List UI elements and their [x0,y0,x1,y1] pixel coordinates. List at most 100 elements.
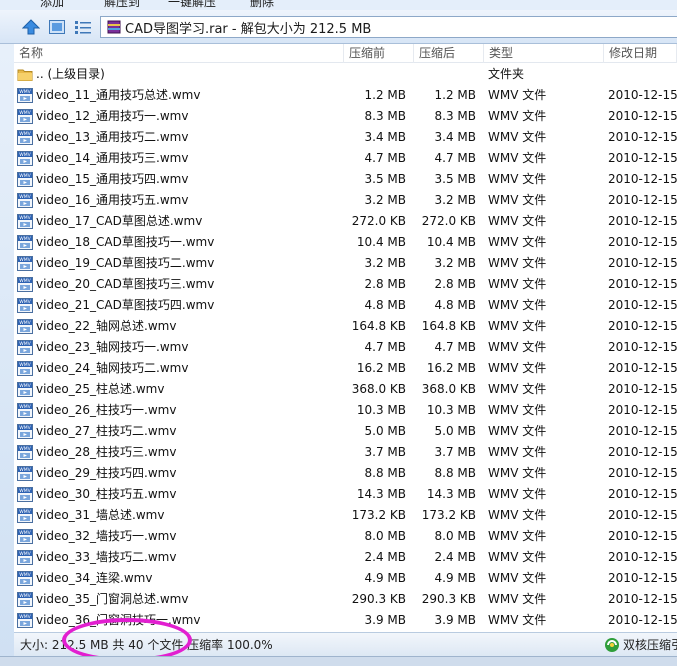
file-row[interactable]: WMV video_25_柱总述.wmv 368.0 KB 368.0 KB WMV 文… [14,379,677,400]
file-row[interactable]: WMV video_29_柱技巧四.wmv 8.8 MB 8.8 MB WMV 文件 20… [14,463,677,484]
file-row[interactable]: .. (上级目录) 文件夹 [14,64,677,85]
file-name: video_31_墙总述.wmv [36,508,165,522]
file-type: WMV 文件 [488,487,547,501]
file-name: video_28_柱技巧三.wmv [36,445,177,459]
file-row[interactable]: WMV video_11_通用技巧总述.wmv 1.2 MB 1.2 MB WMV 文件… [14,85,677,106]
file-date: 2010-12-15 [608,382,677,396]
file-row[interactable]: WMV video_17_CAD草图总述.wmv 272.0 KB 272.0 KB W… [14,211,677,232]
file-date: 2010-12-15 [608,424,677,438]
svg-text:WMV: WMV [19,194,31,200]
file-size: 10.4 MB [356,235,406,249]
engine-label: 双核压缩引擎 [623,638,677,652]
column-size[interactable]: 压缩前 [344,44,414,63]
status-bar: 大小: 212.5 MB 共 40 个文件 压缩率 100.0% 双核压缩引擎 [14,632,677,656]
file-row[interactable]: WMV video_26_柱技巧一.wmv 10.3 MB 10.3 MB WMV 文件… [14,400,677,421]
svg-text:WMV: WMV [19,173,31,179]
file-packed-size: 4.8 MB [434,298,476,312]
add-button[interactable]: 添加 [40,0,64,10]
column-modified[interactable]: 修改日期 [604,44,677,63]
file-packed-size: 368.0 KB [421,382,476,396]
svg-text:WMV: WMV [19,530,31,536]
wmv-file-icon: WMV [17,193,33,208]
wmv-file-icon: WMV [17,361,33,376]
file-type: WMV 文件 [488,193,547,207]
view-mode-icon[interactable] [46,17,68,37]
file-row[interactable]: WMV video_24_轴网技巧二.wmv 16.2 MB 16.2 MB WMV 文… [14,358,677,379]
file-date: 2010-12-15 [608,445,677,459]
column-packed[interactable]: 压缩后 [414,44,484,63]
file-row[interactable]: WMV video_18_CAD草图技巧一.wmv 10.4 MB 10.4 MB WM… [14,232,677,253]
svg-text:WMV: WMV [19,425,31,431]
file-name: video_16_通用技巧五.wmv [36,193,189,207]
wmv-file-icon: WMV [17,319,33,334]
file-row[interactable]: WMV video_14_通用技巧三.wmv 4.7 MB 4.7 MB WMV 文件 2… [14,148,677,169]
file-name: video_34_连梁.wmv [36,571,153,585]
file-date: 2010-12-15 [608,88,677,102]
wmv-file-icon: WMV [17,592,33,607]
file-packed-size: 3.7 MB [434,445,476,459]
file-list[interactable]: 名称 压缩前 压缩后 类型 修改日期 .. (上级目录) 文件夹 WMV video_… [14,44,677,632]
file-row[interactable]: WMV video_19_CAD草图技巧二.wmv 3.2 MB 3.2 MB WMV … [14,253,677,274]
file-date: 2010-12-15 [608,109,677,123]
column-type[interactable]: 类型 [484,44,604,63]
window-bottom-edge [0,656,677,666]
file-row[interactable]: WMV video_32_墙技巧一.wmv 8.0 MB 8.0 MB WMV 文件 20… [14,526,677,547]
svg-text:WMV: WMV [19,215,31,221]
file-name: video_21_CAD草图技巧四.wmv [36,298,215,312]
file-row[interactable]: WMV video_15_通用技巧四.wmv 3.5 MB 3.5 MB WMV 文件 2… [14,169,677,190]
file-packed-size: 1.2 MB [434,88,476,102]
file-type: 文件夹 [488,67,525,81]
file-row[interactable]: WMV video_34_连梁.wmv 4.9 MB 4.9 MB WMV 文件 2010… [14,568,677,589]
file-row[interactable]: WMV video_33_墙技巧二.wmv 2.4 MB 2.4 MB WMV 文件 20… [14,547,677,568]
file-name: video_30_柱技巧五.wmv [36,487,177,501]
file-size: 4.7 MB [364,151,406,165]
file-row[interactable]: WMV video_30_柱技巧五.wmv 14.3 MB 14.3 MB WMV 文件… [14,484,677,505]
file-type: WMV 文件 [488,445,547,459]
file-date: 2010-12-15 [608,340,677,354]
file-type: WMV 文件 [488,256,547,270]
file-packed-size: 5.0 MB [434,424,476,438]
file-row[interactable]: WMV video_16_通用技巧五.wmv 3.2 MB 3.2 MB WMV 文件 2… [14,190,677,211]
file-date: 2010-12-15 [608,172,677,186]
wmv-file-icon: WMV [17,151,33,166]
delete-button[interactable]: 删除 [250,0,274,10]
up-arrow-icon[interactable] [20,17,42,37]
file-packed-size: 10.3 MB [426,403,476,417]
file-row[interactable]: WMV video_28_柱技巧三.wmv 3.7 MB 3.7 MB WMV 文件 20… [14,442,677,463]
file-packed-size: 8.8 MB [434,466,476,480]
svg-text:WMV: WMV [19,320,31,326]
file-row[interactable]: WMV video_23_轴网技巧一.wmv 4.7 MB 4.7 MB WMV 文件 2… [14,337,677,358]
wmv-file-icon: WMV [17,172,33,187]
file-row[interactable]: WMV video_12_通用技巧一.wmv 8.3 MB 8.3 MB WMV 文件 2… [14,106,677,127]
address-field[interactable]: CAD导图学习.rar - 解包大小为 212.5 MB [100,16,677,38]
file-row[interactable]: WMV video_31_墙总述.wmv 173.2 KB 173.2 KB WMV 文… [14,505,677,526]
file-type: WMV 文件 [488,172,547,186]
file-row[interactable]: WMV video_27_柱技巧二.wmv 5.0 MB 5.0 MB WMV 文件 20… [14,421,677,442]
wmv-file-icon: WMV [17,382,33,397]
file-row[interactable]: WMV video_21_CAD草图技巧四.wmv 4.8 MB 4.8 MB WMV … [14,295,677,316]
file-row[interactable]: WMV video_36_门窗洞技巧一.wmv 3.9 MB 3.9 MB WMV 文件… [14,610,677,631]
svg-text:WMV: WMV [19,131,31,137]
list-view-icon[interactable] [72,17,94,37]
file-packed-size: 4.7 MB [434,340,476,354]
file-row[interactable]: WMV video_20_CAD草图技巧三.wmv 2.8 MB 2.8 MB WMV … [14,274,677,295]
file-row[interactable]: WMV video_35_门窗洞总述.wmv 290.3 KB 290.3 KB WMV… [14,589,677,610]
column-name[interactable]: 名称 [14,44,344,63]
file-row[interactable]: WMV video_22_轴网总述.wmv 164.8 KB 164.8 KB WMV … [14,316,677,337]
file-size: 164.8 KB [351,319,406,333]
file-row[interactable]: WMV video_13_通用技巧二.wmv 3.4 MB 3.4 MB WMV 文件 2… [14,127,677,148]
svg-text:WMV: WMV [19,404,31,410]
file-name: video_19_CAD草图技巧二.wmv [36,256,215,270]
archive-path: CAD导图学习.rar - 解包大小为 212.5 MB [125,21,372,37]
svg-text:WMV: WMV [19,110,31,116]
file-rows: .. (上级目录) 文件夹 WMV video_11_通用技巧总述.wmv 1.2 MB… [14,64,677,631]
extract-to-button[interactable]: 解压到 [104,0,140,10]
one-click-extract-button[interactable]: 一键解压 [168,0,216,10]
file-type: WMV 文件 [488,361,547,375]
file-type: WMV 文件 [488,340,547,354]
file-date: 2010-12-15 [608,319,677,333]
column-header: 名称 压缩前 压缩后 类型 修改日期 [14,44,677,63]
file-type: WMV 文件 [488,235,547,249]
svg-text:WMV: WMV [19,152,31,158]
file-date: 2010-12-15 [608,571,677,585]
